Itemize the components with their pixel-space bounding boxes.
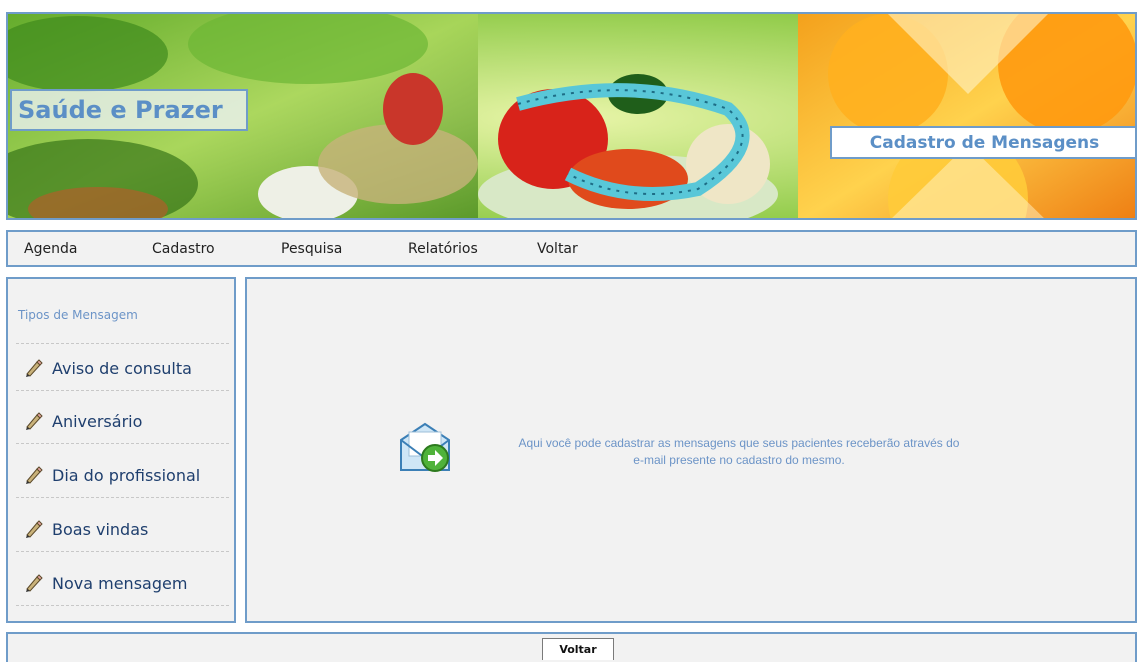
sidebar-item-label: Aniversário: [52, 411, 143, 431]
main-content-panel: Aqui você pode cadastrar as mensagens qu…: [245, 277, 1137, 623]
menu-item-agenda[interactable]: Agenda: [24, 241, 77, 257]
section-title-box: Cadastro de Mensagens: [830, 126, 1135, 159]
sidebar-item-boas-vindas[interactable]: Boas vindas: [16, 507, 229, 551]
sidebar-item-label: Boas vindas: [52, 519, 149, 539]
sidebar-title: Tipos de Mensagem: [18, 308, 138, 322]
sidebar-item-label: Nova mensagem: [52, 573, 188, 593]
sidebar-item-dia-do-profissional[interactable]: Dia do profissional: [16, 453, 229, 497]
footer-bar: Voltar: [6, 632, 1137, 662]
pencil-icon: [26, 359, 43, 377]
menu-item-pesquisa[interactable]: Pesquisa: [281, 241, 342, 257]
top-menu-bar: Agenda Cadastro Pesquisa Relatórios Volt…: [6, 230, 1137, 267]
sidebar-divider: [16, 343, 229, 344]
section-title: Cadastro de Mensagens: [869, 132, 1100, 153]
brand-title: Saúde e Prazer: [18, 96, 223, 124]
message-types-sidebar: Tipos de Mensagem Aviso de consulta Aniv…: [6, 277, 236, 623]
sidebar-divider: [16, 443, 229, 444]
sidebar-item-label: Aviso de consulta: [52, 358, 192, 378]
menu-item-relatorios[interactable]: Relatórios: [408, 241, 478, 257]
brand-title-box: Saúde e Prazer: [10, 89, 248, 131]
mail-forward-icon: [400, 422, 450, 472]
pencil-icon: [26, 520, 43, 538]
pencil-icon: [26, 412, 43, 430]
sidebar-divider: [16, 551, 229, 552]
sidebar-item-nova-mensagem[interactable]: Nova mensagem: [16, 561, 229, 605]
sidebar-item-aviso-de-consulta[interactable]: Aviso de consulta: [16, 346, 229, 390]
sidebar-item-aniversario[interactable]: Aniversário: [16, 399, 229, 443]
pencil-icon: [26, 574, 43, 592]
sidebar-item-label: Dia do profissional: [52, 465, 201, 485]
info-text-line: Aqui você pode cadastrar as mensagens qu…: [518, 436, 960, 450]
menu-item-voltar[interactable]: Voltar: [537, 241, 578, 257]
menu-item-cadastro[interactable]: Cadastro: [152, 241, 215, 257]
pencil-icon: [26, 466, 43, 484]
info-text: Aqui você pode cadastrar as mensagens qu…: [459, 435, 1019, 469]
sidebar-divider: [16, 497, 229, 498]
header-banner: Saúde e Prazer Cadastro de Mensagens: [6, 12, 1137, 220]
info-text-line: e-mail presente no cadastro do mesmo.: [633, 453, 845, 467]
sidebar-divider: [16, 605, 229, 606]
sidebar-divider: [16, 390, 229, 391]
